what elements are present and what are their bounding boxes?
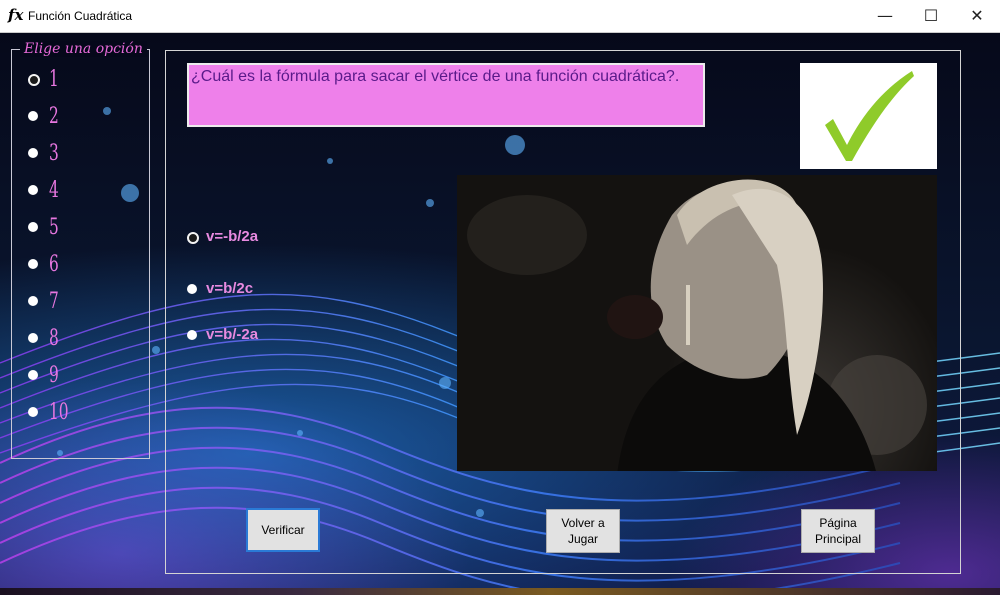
radio-icon[interactable] [187,284,197,294]
question-text-box: ¿Cuál es la fórmula para sacar el vértic… [187,63,705,127]
title-bar: fx Función Cuadrática — ☐ ✕ [0,0,1000,33]
radio-icon[interactable] [28,148,38,158]
home-page-label-line2: Principal [814,532,862,546]
answer-option-label: v=b/-2a [206,326,259,343]
home-page-label-line1: Página [819,516,857,530]
radio-icon[interactable] [28,222,38,232]
sidebar-item-label: 7 [49,289,59,314]
radio-icon[interactable] [187,330,197,340]
sidebar-item-label: 9 [49,363,59,388]
radio-icon[interactable] [28,370,38,380]
radio-icon[interactable] [28,333,38,343]
sidebar-item-label: 1 [49,67,59,92]
verify-button[interactable]: Verificar [246,508,320,552]
radio-icon[interactable] [28,259,38,269]
sidebar-item-label: 8 [49,326,59,351]
sidebar-item-label: 6 [49,252,59,277]
sidebar-item-label: 4 [49,178,59,203]
taskbar-strip [0,588,1000,595]
answer-option-label: v=-b/2a [206,228,259,245]
minimize-button[interactable]: — [862,0,908,32]
sidebar-item-label: 2 [49,104,59,129]
radio-selected-icon[interactable] [28,74,40,86]
fx-app-icon: fx [8,6,24,24]
radio-icon[interactable] [28,185,38,195]
radio-selected-icon[interactable] [187,232,199,244]
play-again-label-line2: Jugar [567,532,599,546]
form-content: Elige una opción 1 2 3 4 5 6 7 8 9 10 ¿C… [0,33,1000,595]
sidebar-item-label: 10 [49,400,69,425]
radio-icon[interactable] [28,296,38,306]
checkmark-icon [825,71,914,161]
singer-photo-illustration [467,179,927,471]
sidebar-item-label: 5 [49,215,59,240]
option-group-legend: Elige una opción [20,41,147,57]
radio-icon[interactable] [28,111,38,121]
singer-photo [457,175,937,471]
result-picture [800,63,937,169]
window-title: Función Cuadrática [28,9,133,23]
play-again-label-line1: Volver a [561,516,605,530]
maximize-button[interactable]: ☐ [908,0,954,32]
answer-option-label: v=b/2c [206,280,254,297]
radio-icon[interactable] [28,407,38,417]
sidebar-item-label: 3 [49,141,59,166]
play-again-button[interactable]: Volver a Jugar [546,509,620,553]
close-button[interactable]: ✕ [954,0,1000,32]
home-page-button[interactable]: Página Principal [801,509,875,553]
